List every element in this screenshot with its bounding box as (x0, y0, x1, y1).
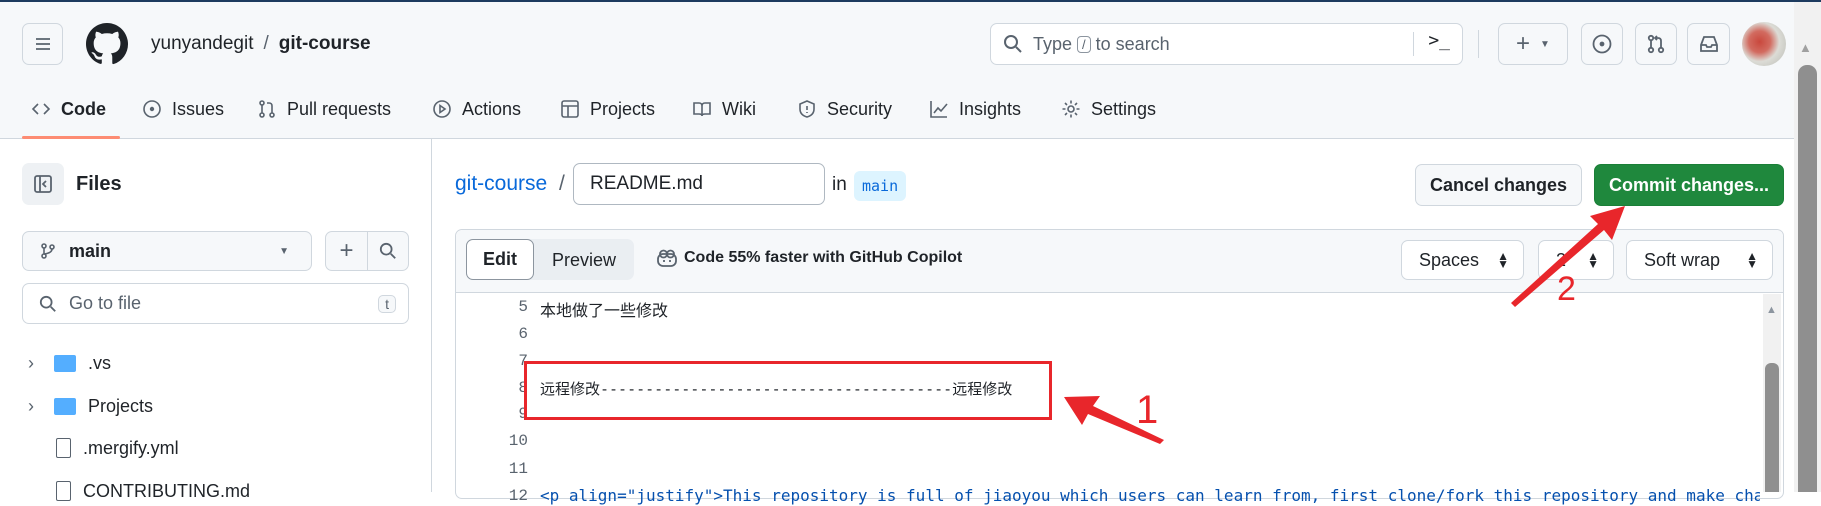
annotation-label-1: 1 (1136, 388, 1159, 432)
annotation-label-2: 2 (1557, 270, 1576, 308)
annotation-arrows (1064, 206, 1625, 444)
